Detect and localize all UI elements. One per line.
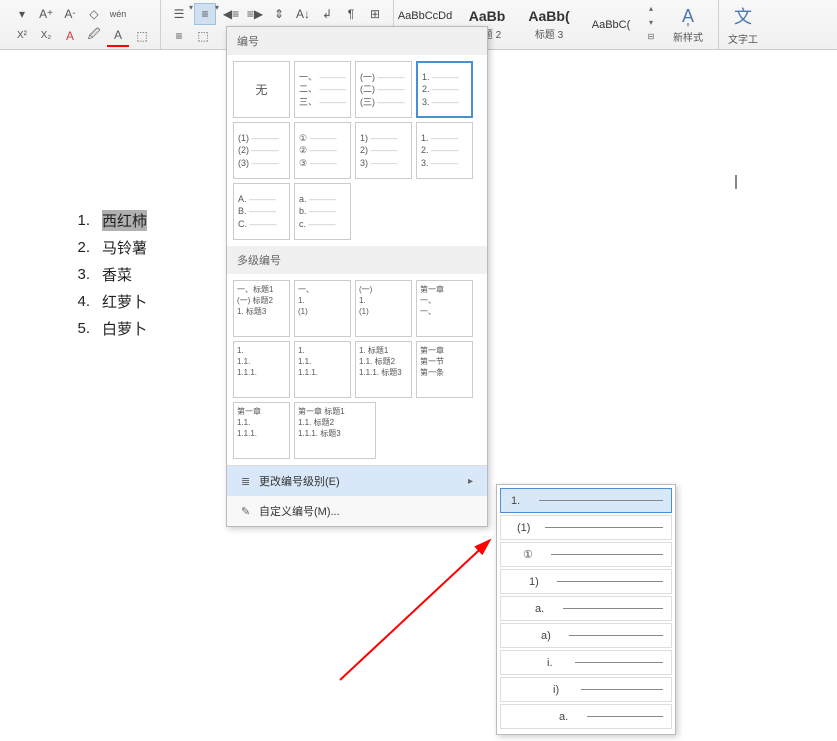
- numbering-option[interactable]: 1) ———2) ———3) ———: [355, 122, 412, 179]
- level-icon: ≣: [241, 475, 259, 488]
- multilevel-option[interactable]: 1. 1.1. 1.1.1.: [294, 341, 351, 398]
- level-item[interactable]: a.: [500, 704, 672, 729]
- margin-marker: [735, 175, 737, 189]
- numbering-panel: 编号 无 一、 ———二、 ———三、 ——— (一) ———(二) ———(三…: [226, 26, 488, 527]
- style-scroll-down[interactable]: ▾: [644, 18, 658, 32]
- multilevel-option[interactable]: 第一章 标题11.1. 标题21.1.1. 标题3: [294, 402, 376, 459]
- numbering-option[interactable]: (一) ———(二) ———(三) ———: [355, 61, 412, 118]
- indent-increase-icon[interactable]: ≡▶: [244, 3, 266, 25]
- numbering-option[interactable]: 一、 ———二、 ———三、 ———: [294, 61, 351, 118]
- multilevel-option[interactable]: 一、标题1(一) 标题2 1. 标题3: [233, 280, 290, 337]
- bullets-icon[interactable]: ☰: [168, 3, 190, 25]
- level-item[interactable]: (1): [500, 515, 672, 540]
- level-item[interactable]: ①: [500, 542, 672, 567]
- phonetic-icon[interactable]: wén: [107, 3, 129, 25]
- numbering-none[interactable]: 无: [233, 61, 290, 118]
- highlight-icon[interactable]: 🖉: [83, 25, 105, 47]
- bullets-dropdown[interactable]: ▾: [189, 3, 193, 25]
- wrap-icon[interactable]: ↲: [316, 3, 338, 25]
- align-group-icon[interactable]: ⬚: [192, 25, 214, 47]
- numbering-option[interactable]: 1. ———2. ———3. ———: [416, 122, 473, 179]
- multilevel-option[interactable]: 1. 1.1. 1.1.1.: [233, 341, 290, 398]
- align-left-icon[interactable]: ≡: [168, 25, 190, 47]
- multilevel-option[interactable]: 第一章第一节第一条: [416, 341, 473, 398]
- char-border-icon[interactable]: ⬚: [131, 25, 153, 47]
- style-expand[interactable]: ⊟: [644, 32, 658, 46]
- numbering-option[interactable]: 1. ———2. ———3. ———: [416, 61, 473, 118]
- text-tool-button[interactable]: 文 文字工: [719, 2, 767, 48]
- style-scroll-up[interactable]: ▴: [644, 4, 658, 18]
- new-style-icon: A͎: [682, 6, 694, 27]
- indent-decrease-icon[interactable]: ◀≡: [220, 3, 242, 25]
- numbering-header: 编号: [227, 27, 487, 55]
- numbering-option[interactable]: a. ———b. ———c. ———: [294, 183, 351, 240]
- numbering-icon[interactable]: ≡: [194, 3, 216, 25]
- custom-numbering-menu[interactable]: ✎ 自定义编号(M)...: [227, 496, 487, 526]
- text-tool-icon: 文: [734, 3, 752, 29]
- dropdown-arrow[interactable]: ▾: [11, 3, 33, 25]
- panel-menu: ≣ 更改编号级别(E) ▸ ✎ 自定义编号(M)...: [227, 465, 487, 526]
- style-item-4[interactable]: AaBbC(: [580, 2, 642, 48]
- line-spacing-icon[interactable]: ⇕: [268, 3, 290, 25]
- font-increase-icon[interactable]: A+: [35, 3, 57, 25]
- multilevel-option[interactable]: 第一章1.1.1.1.1.: [233, 402, 290, 459]
- multilevel-option[interactable]: 一、 1. (1): [294, 280, 351, 337]
- multilevel-header: 多级编号: [227, 246, 487, 274]
- show-marks-icon[interactable]: ¶: [340, 3, 362, 25]
- chevron-right-icon: ▸: [468, 476, 473, 487]
- tabs-icon[interactable]: ⊞: [364, 3, 386, 25]
- pencil-icon: ✎: [241, 505, 259, 518]
- new-style-button[interactable]: A͎ 新样式: [664, 2, 712, 48]
- level-item[interactable]: 1): [500, 569, 672, 594]
- font-decrease-icon[interactable]: A-: [59, 3, 81, 25]
- level-item[interactable]: a.: [500, 596, 672, 621]
- font-color-icon[interactable]: A: [59, 25, 81, 47]
- sort-icon[interactable]: A↓: [292, 3, 314, 25]
- level-item[interactable]: i.: [500, 650, 672, 675]
- multilevel-option[interactable]: 第一章 一、 一、: [416, 280, 473, 337]
- superscript-icon[interactable]: X²: [11, 25, 33, 47]
- style-heading3[interactable]: AaBb( 标题 3: [518, 2, 580, 48]
- multilevel-option[interactable]: 1. 标题11.1. 标题21.1.1. 标题3: [355, 341, 412, 398]
- multilevel-option[interactable]: (一) 1. (1): [355, 280, 412, 337]
- numbering-dropdown[interactable]: ▾: [215, 3, 219, 25]
- level-item[interactable]: i): [500, 677, 672, 702]
- numbering-option[interactable]: A. ———B. ———C. ———: [233, 183, 290, 240]
- numbering-option[interactable]: (1) ———(2) ———(3) ———: [233, 122, 290, 179]
- level-item[interactable]: a): [500, 623, 672, 648]
- change-level-menu[interactable]: ≣ 更改编号级别(E) ▸: [227, 466, 487, 496]
- multilevel-grid: 一、标题1(一) 标题2 1. 标题3 一、 1. (1) (一) 1. (1)…: [227, 274, 487, 465]
- numbering-grid: 无 一、 ———二、 ———三、 ——— (一) ———(二) ———(三) —…: [227, 55, 487, 246]
- clear-format-icon[interactable]: ◇: [83, 3, 105, 25]
- subscript-icon[interactable]: X₂: [35, 25, 57, 47]
- font-color-a-icon[interactable]: A: [107, 25, 129, 47]
- level-item[interactable]: 1.: [500, 488, 672, 513]
- style-scroll: ▴ ▾ ⊟: [644, 4, 658, 46]
- numbering-option[interactable]: ① ———② ———③ ———: [294, 122, 351, 179]
- font-group: ▾ A+ A- ◇ wén X² X₂ A 🖉 A ⬚: [4, 0, 161, 49]
- level-submenu: 1.(1)①1)a.a)i.i)a.: [496, 484, 676, 735]
